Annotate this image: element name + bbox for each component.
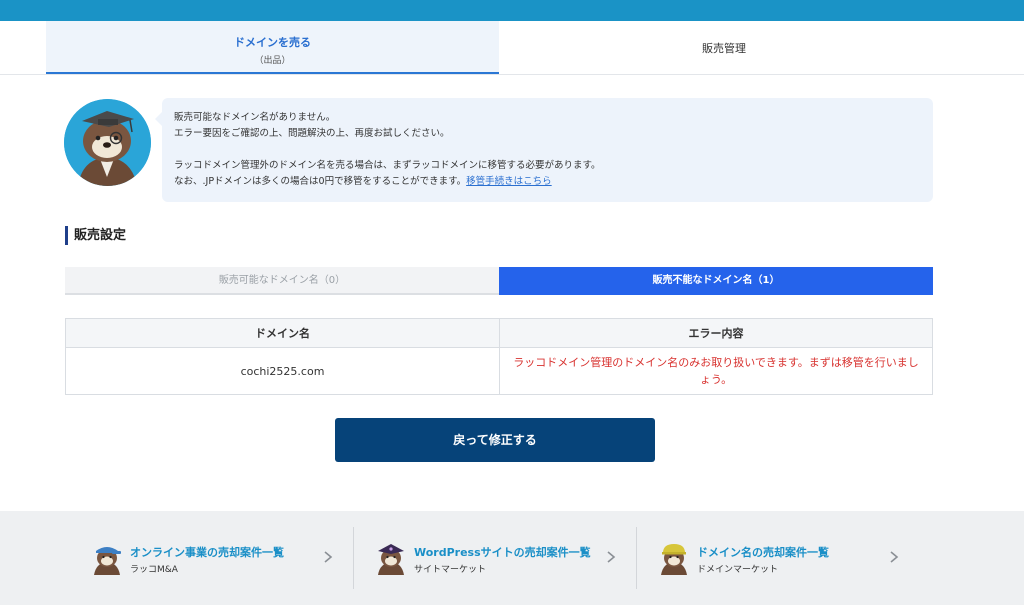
- chevron-right-icon: [607, 551, 616, 563]
- top-tabs: ドメインを売る （出品） 販売管理: [0, 21, 1024, 75]
- tab-sell-domain-label: ドメインを売る: [234, 36, 311, 49]
- tab-available-domains[interactable]: 販売可能なドメイン名（0）: [65, 267, 499, 295]
- back-and-fix-button[interactable]: 戻って修正する: [335, 418, 655, 462]
- otter-mascot-avatar: [64, 99, 151, 186]
- notice-line-3: ラッコドメイン管理外のドメイン名を売る場合は、まずラッコドメインに移管する必要が…: [174, 160, 601, 171]
- error-table: ドメイン名 エラー内容 cochi2525.com ラッコドメイン管理のドメイン…: [65, 318, 933, 395]
- chevron-right-icon: [890, 551, 899, 563]
- section-title-sales-settings: 販売設定: [65, 226, 126, 245]
- column-header-error: エラー内容: [499, 318, 933, 348]
- domain-subtabs: 販売可能なドメイン名（0） 販売不能なドメイン名（1）: [65, 267, 933, 295]
- footer-card-online-business[interactable]: オンライン事業の売却案件一覧 ラッコM&A: [70, 527, 353, 589]
- otter-blue-cap-icon: [94, 547, 121, 575]
- footer-card-2-subtitle: サイトマーケット: [414, 565, 487, 575]
- cell-domain-name: cochi2525.com: [65, 347, 500, 395]
- footer-card-1-subtitle: ラッコM&A: [130, 565, 178, 575]
- notice-bubble: 販売可能なドメイン名がありません。 エラー要因をご確認の上、問題解決の上、再度お…: [155, 98, 933, 202]
- footer-card-3-subtitle: ドメインマーケット: [697, 565, 779, 575]
- otter-purple-hat-icon: [378, 544, 404, 575]
- tab-sell-domain-sub: （出品）: [254, 56, 291, 66]
- notice-line-4-text: なお、.JPドメインは多くの場合は0円で移管をすることができます。: [174, 176, 467, 187]
- notice-line-2: エラー要因をご確認の上、問題解決の上、再度お試しください。: [174, 128, 450, 139]
- top-bar: [0, 0, 1024, 21]
- notice-line-1: 販売可能なドメイン名がありません。: [174, 112, 336, 123]
- otter-yellow-helmet-icon: [661, 544, 687, 575]
- footer-card-3-title: ドメイン名の売却案件一覧: [697, 546, 829, 559]
- chevron-right-icon: [324, 551, 333, 563]
- table-row: cochi2525.com ラッコドメイン管理のドメイン名のみお取り扱いできます…: [65, 347, 933, 395]
- table-header-row: ドメイン名 エラー内容: [65, 318, 933, 348]
- tab-sales-management-label: 販売管理: [702, 42, 746, 55]
- footer-card-wordpress-sites[interactable]: WordPressサイトの売却案件一覧 サイトマーケット: [353, 527, 636, 589]
- footer-card-domain-names[interactable]: ドメイン名の売却案件一覧 ドメインマーケット: [636, 527, 919, 589]
- tab-sales-management[interactable]: 販売管理: [499, 21, 949, 74]
- tab-unavailable-domains[interactable]: 販売不能なドメイン名（1）: [499, 267, 933, 295]
- footer-links: オンライン事業の売却案件一覧 ラッコM&A WordPressサイトの売却案件一…: [0, 511, 1024, 605]
- column-header-domain: ドメイン名: [65, 318, 500, 348]
- footer-card-2-title: WordPressサイトの売却案件一覧: [414, 546, 591, 559]
- tab-sell-domain[interactable]: ドメインを売る （出品）: [46, 21, 499, 74]
- footer-card-1-title: オンライン事業の売却案件一覧: [130, 546, 284, 559]
- cell-error-message: ラッコドメイン管理のドメイン名のみお取り扱いできます。まずは移管を行いましょう。: [499, 347, 933, 395]
- transfer-procedure-link[interactable]: 移管手続きはこちら: [466, 176, 552, 187]
- notice-line-4: なお、.JPドメインは多くの場合は0円で移管をすることができます。移管手続きはこ…: [174, 174, 921, 190]
